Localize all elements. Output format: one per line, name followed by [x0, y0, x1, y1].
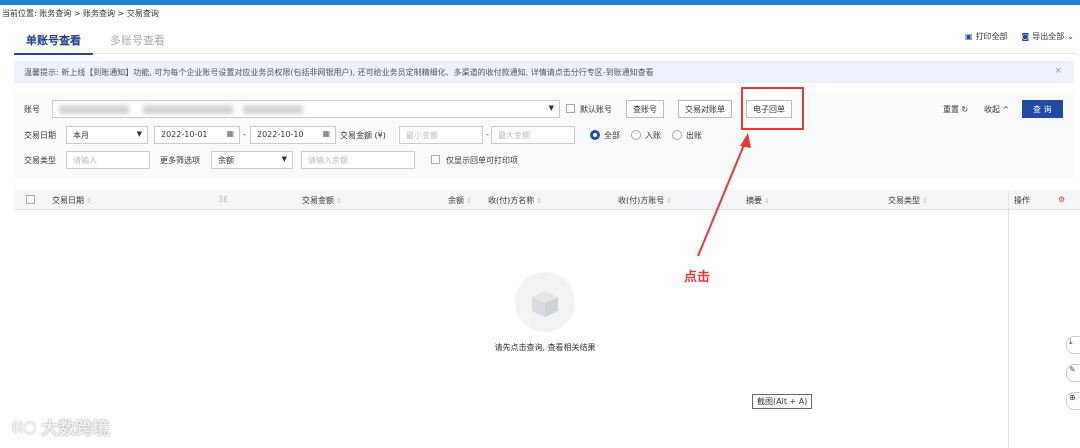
edit-icon[interactable]: ✎: [1066, 364, 1080, 382]
annotation-arrow: [697, 133, 751, 257]
download-icon[interactable]: ⤓: [1066, 336, 1080, 354]
watermark-text: 大数跨境: [41, 419, 110, 439]
watermark: ((◯ 大数跨境: [12, 414, 109, 439]
watermark-logo-icon: ((◯: [12, 419, 37, 434]
screenshot-tooltip: 截图(Alt + A): [752, 394, 813, 409]
zoom-icon[interactable]: ⊕: [1066, 392, 1080, 410]
